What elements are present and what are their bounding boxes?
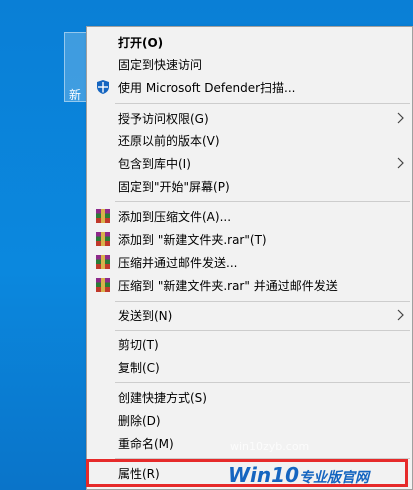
- watermark-logo: Win10 专业版官网: [228, 463, 369, 487]
- separator: [115, 382, 410, 383]
- menu-item-include-library[interactable]: 包含到库中(I): [89, 152, 410, 174]
- menu-item-open[interactable]: 打开(O): [89, 31, 410, 53]
- menu-item-cut[interactable]: 剪切(T): [89, 333, 410, 355]
- menu-item-pin-start[interactable]: 固定到"开始"屏幕(P): [89, 175, 410, 197]
- menu-item-send-to-label: 发送到(N): [118, 308, 173, 323]
- winrar-icon: [96, 232, 110, 246]
- menu-item-restore-versions[interactable]: 还原以前的版本(V): [89, 129, 410, 151]
- watermark-url: win10zyb.com: [230, 440, 310, 453]
- menu-item-pin-quick-access-label: 固定到快速访问: [118, 57, 203, 72]
- menu-item-defender-scan-label: 使用 Microsoft Defender扫描...: [118, 80, 296, 95]
- menu-item-compress-email-label: 压缩并通过邮件发送...: [118, 255, 238, 270]
- menu-item-defender-scan[interactable]: 使用 Microsoft Defender扫描...: [89, 76, 410, 98]
- menu-item-include-library-label: 包含到库中(I): [118, 156, 191, 171]
- context-menu: 打开(O) 固定到快速访问 使用 Microsoft Defender扫描...…: [86, 26, 413, 490]
- menu-item-rename-label: 重命名(M): [118, 436, 174, 451]
- winrar-icon: [96, 278, 110, 292]
- chevron-right-icon: [397, 157, 404, 169]
- menu-item-send-to[interactable]: 发送到(N): [89, 304, 410, 326]
- separator: [115, 330, 410, 331]
- watermark-logo-win: Win10: [228, 463, 299, 487]
- menu-item-open-label: 打开(O): [118, 35, 164, 50]
- menu-item-grant-access-label: 授予访问权限(G): [118, 111, 209, 126]
- menu-item-copy-label: 复制(C): [118, 360, 160, 375]
- winrar-icon: [96, 255, 110, 269]
- menu-item-add-archive[interactable]: 添加到压缩文件(A)...: [89, 205, 410, 227]
- menu-item-compress-email[interactable]: 压缩并通过邮件发送...: [89, 251, 410, 273]
- defender-shield-icon: [97, 80, 109, 94]
- menu-item-grant-access[interactable]: 授予访问权限(G): [89, 107, 410, 129]
- menu-item-add-rar-label: 添加到 "新建文件夹.rar"(T): [118, 232, 267, 247]
- menu-item-add-rar[interactable]: 添加到 "新建文件夹.rar"(T): [89, 228, 410, 250]
- separator: [115, 301, 410, 302]
- chevron-right-icon: [397, 309, 404, 321]
- separator: [115, 103, 410, 104]
- menu-item-delete-label: 删除(D): [118, 413, 161, 428]
- chevron-right-icon: [397, 112, 404, 124]
- menu-item-compress-rar-email-label: 压缩到 "新建文件夹.rar" 并通过邮件发送: [118, 278, 338, 293]
- menu-item-add-archive-label: 添加到压缩文件(A)...: [118, 209, 232, 224]
- watermark-logo-rest: 专业版官网: [299, 470, 369, 486]
- menu-item-create-shortcut[interactable]: 创建快捷方式(S): [89, 386, 410, 408]
- menu-item-copy[interactable]: 复制(C): [89, 356, 410, 378]
- winrar-icon: [96, 209, 110, 223]
- menu-item-create-shortcut-label: 创建快捷方式(S): [118, 390, 207, 405]
- menu-item-cut-label: 剪切(T): [118, 337, 159, 352]
- separator: [115, 201, 410, 202]
- menu-item-restore-versions-label: 还原以前的版本(V): [118, 133, 220, 148]
- menu-item-pin-start-label: 固定到"开始"屏幕(P): [118, 179, 230, 194]
- menu-item-delete[interactable]: 删除(D): [89, 409, 410, 431]
- menu-item-pin-quick-access[interactable]: 固定到快速访问: [89, 53, 410, 75]
- menu-item-compress-rar-email[interactable]: 压缩到 "新建文件夹.rar" 并通过邮件发送: [89, 274, 410, 296]
